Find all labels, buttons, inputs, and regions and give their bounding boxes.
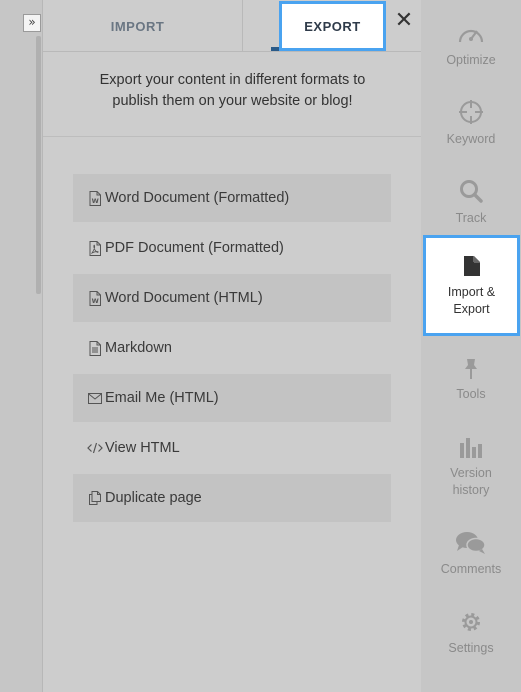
option-label: Markdown — [105, 340, 172, 356]
nav-label: Version — [450, 466, 492, 480]
close-icon[interactable]: ✕ — [394, 8, 414, 34]
option-label: View HTML — [105, 440, 180, 456]
comments-icon — [455, 527, 487, 555]
export-options-list: W Word Document (Formatted) PDF Document… — [73, 174, 391, 524]
nav-settings[interactable]: Settings — [421, 606, 521, 685]
nav-version-history[interactable]: Version history — [421, 431, 521, 510]
document-icon — [463, 254, 480, 276]
pdf-doc-icon — [87, 240, 103, 256]
gear-icon — [459, 606, 483, 634]
bar-chart-icon — [459, 431, 483, 459]
nav-label: Tools — [456, 387, 486, 401]
nav-label: Export — [453, 301, 490, 316]
nav-import-export[interactable]: Import & Export — [423, 235, 520, 336]
option-label: Email Me (HTML) — [105, 390, 219, 406]
nav-label: Keyword — [446, 132, 496, 146]
nav-keyword[interactable]: Keyword — [421, 97, 521, 176]
nav-label: history — [452, 483, 490, 497]
right-sidebar-nav: Optimize Keyword Track Import & Export T… — [421, 0, 521, 692]
speedometer-icon — [457, 18, 485, 46]
export-word-formatted-button[interactable]: W Word Document (Formatted) — [73, 174, 391, 222]
collapse-button[interactable]: » — [23, 14, 41, 32]
left-scrollbar[interactable] — [36, 36, 41, 294]
description-line-2: publish them on your website or blog! — [112, 93, 353, 109]
nav-label: Import & — [447, 284, 496, 299]
nav-label: Comments — [440, 562, 502, 576]
nav-tools[interactable]: Tools — [421, 352, 521, 431]
nav-comments[interactable]: Comments — [421, 527, 521, 606]
tab-bar: IMPORT EXPORT ✕ — [43, 0, 422, 52]
divider — [43, 136, 422, 137]
option-label: Word Document (Formatted) — [105, 190, 290, 206]
pin-icon — [464, 352, 478, 380]
word-doc-icon: W — [87, 290, 103, 306]
option-label: Duplicate page — [105, 490, 202, 506]
view-html-button[interactable]: View HTML — [73, 424, 391, 472]
nav-optimize[interactable]: Optimize — [421, 18, 521, 97]
nav-label: Optimize — [446, 53, 496, 67]
email-me-html-button[interactable]: Email Me (HTML) — [73, 374, 391, 422]
export-markdown-button[interactable]: Markdown — [73, 324, 391, 372]
left-strip — [0, 0, 42, 692]
tab-export[interactable]: EXPORT — [279, 1, 386, 51]
import-export-panel: IMPORT EXPORT ✕ Export your content in d… — [42, 0, 422, 692]
copy-icon — [87, 490, 103, 506]
tab-import[interactable]: IMPORT — [43, 0, 243, 52]
nav-label: Track — [455, 211, 487, 225]
option-label: Word Document (HTML) — [105, 290, 263, 306]
word-doc-icon: W — [87, 190, 103, 206]
duplicate-page-button[interactable]: Duplicate page — [73, 474, 391, 522]
code-icon — [87, 440, 103, 456]
export-description: Export your content in different formats… — [43, 70, 422, 112]
envelope-icon — [87, 390, 103, 406]
nav-label: Settings — [448, 641, 494, 655]
svg-text:W: W — [92, 197, 99, 205]
svg-text:W: W — [92, 297, 99, 305]
description-line-1: Export your content in different formats… — [99, 72, 366, 88]
crosshair-icon — [458, 97, 484, 125]
export-pdf-formatted-button[interactable]: PDF Document (Formatted) — [73, 224, 391, 272]
text-doc-icon — [87, 340, 103, 356]
export-word-html-button[interactable]: W Word Document (HTML) — [73, 274, 391, 322]
search-icon — [458, 176, 484, 204]
option-label: PDF Document (Formatted) — [105, 240, 284, 256]
